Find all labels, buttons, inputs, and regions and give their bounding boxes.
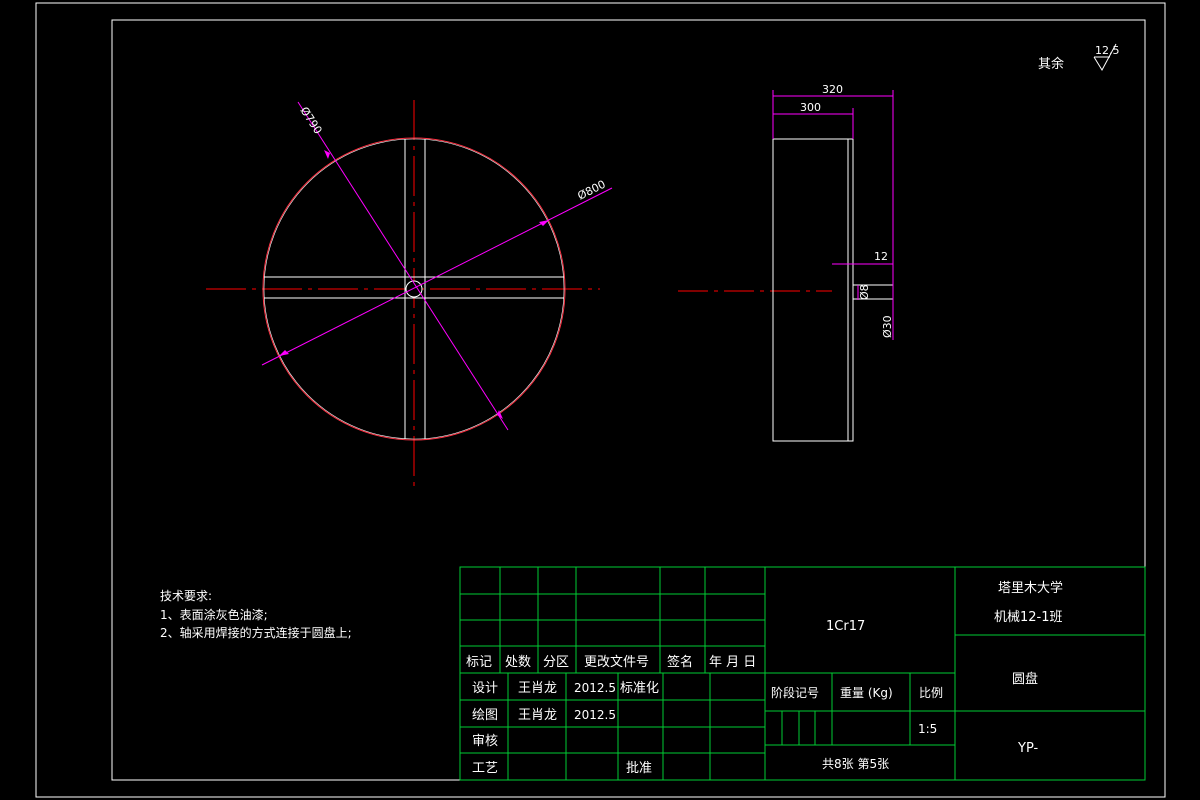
- cad-drawing: 其余 12.5 Ø790 Ø800 320 300 12 Ø8 Ø30 技术要求…: [35, 2, 1166, 798]
- drawing-number: YP-: [1017, 741, 1038, 756]
- outer-frame: [35, 2, 1166, 798]
- header-zone: 分区: [543, 655, 569, 670]
- class-name: 机械12-1班: [994, 610, 1063, 625]
- header-mark: 标记: [466, 655, 492, 670]
- notes-line-2: 2、轴采用焊接的方式连接于圆盘上;: [160, 625, 352, 640]
- draw-name: 王肖龙: [518, 708, 557, 723]
- title-block: [459, 566, 1146, 781]
- roughness-symbol: 其余 12.5: [1038, 43, 1120, 72]
- school-name: 塔里木大学: [998, 580, 1063, 596]
- sheet-count: 共8张 第5张: [822, 757, 889, 771]
- dim-30-label: Ø30: [881, 315, 894, 338]
- dim-800-label: Ø800: [575, 178, 607, 203]
- standard-label: 标准化: [620, 681, 659, 696]
- header-sign: 签名: [667, 654, 693, 670]
- dim-arrow-800-right: [539, 220, 549, 226]
- design-date: 2012.5: [574, 681, 616, 695]
- dim-300-label: 300: [800, 101, 821, 114]
- header-change-doc: 更改文件号: [584, 655, 649, 670]
- front-view: Ø790 Ø800: [206, 100, 613, 486]
- dim-small-label: Ø8: [858, 284, 871, 300]
- material: 1Cr17: [826, 619, 865, 634]
- weight-label: 重量 (Kg): [840, 686, 893, 700]
- dim-320-label: 320: [822, 83, 843, 96]
- roughness-value: 12.5: [1095, 44, 1120, 57]
- stage-label: 阶段记号: [771, 685, 819, 700]
- design-name: 王肖龙: [518, 681, 557, 696]
- draw-label: 绘图: [472, 708, 498, 723]
- approve-label: 批准: [626, 761, 652, 776]
- dim-790-label: Ø790: [297, 105, 324, 137]
- dim-12-label: 12: [874, 250, 888, 263]
- review-label: 审核: [472, 734, 498, 749]
- technical-notes: 技术要求: 1、表面涂灰色油漆; 2、轴采用焊接的方式连接于圆盘上;: [160, 589, 352, 640]
- header-count: 处数: [505, 655, 531, 670]
- scale-label: 比例: [919, 686, 943, 700]
- roughness-label: 其余: [1038, 56, 1064, 72]
- side-disc-body: [772, 138, 854, 442]
- header-date: 年 月 日: [709, 655, 756, 670]
- notes-line-1: 1、表面涂灰色油漆;: [160, 607, 268, 622]
- draw-date: 2012.5: [574, 708, 616, 722]
- dim-arrow-800-left: [279, 350, 289, 356]
- scale-value: 1:5: [918, 722, 937, 736]
- design-label: 设计: [472, 681, 498, 696]
- process-label: 工艺: [472, 761, 498, 776]
- notes-title: 技术要求:: [160, 589, 212, 603]
- side-view: 320 300 12 Ø8 Ø30: [678, 83, 894, 442]
- part-name: 圆盘: [1012, 671, 1038, 687]
